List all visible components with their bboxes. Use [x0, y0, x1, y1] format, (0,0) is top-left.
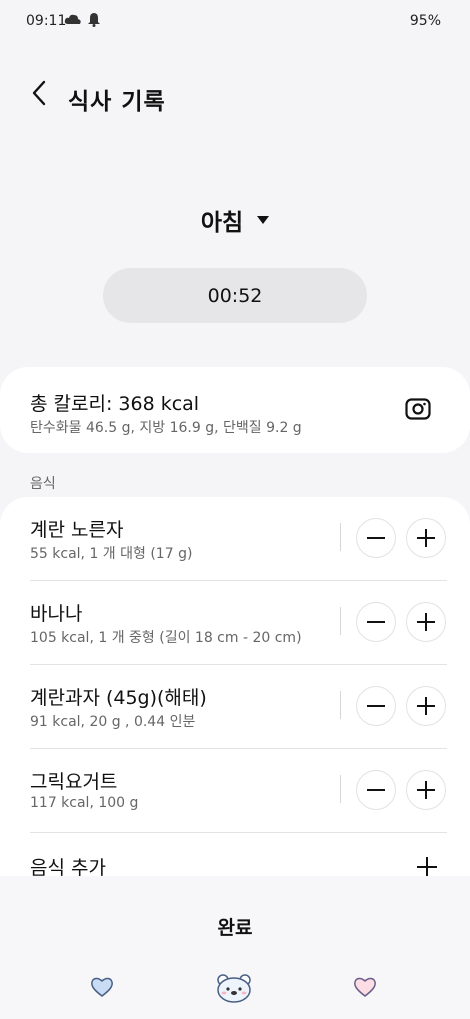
decrease-button[interactable]: [356, 518, 396, 558]
plus-icon: [417, 529, 435, 547]
status-time: 09:11: [26, 13, 67, 29]
increase-button[interactable]: [406, 770, 446, 810]
bottom-bar: 완료: [0, 876, 470, 1019]
food-list: 계란 노른자 55 kcal, 1 개 대형 (17 g) 바나나 105 kc…: [0, 497, 470, 877]
decrease-button[interactable]: [356, 770, 396, 810]
plus-icon: [414, 854, 440, 877]
heart-blue-icon[interactable]: [89, 974, 115, 1000]
calorie-summary-card: 총 칼로리: 368 kcal 탄수화물 46.5 g, 지방 16.9 g, …: [0, 367, 470, 453]
meal-type-dropdown[interactable]: 아침: [0, 200, 470, 240]
food-name: 계란과자 (45g)(해태): [30, 687, 207, 709]
increase-button[interactable]: [406, 602, 446, 642]
row-separator: [340, 523, 341, 551]
food-row-egg-snack[interactable]: 계란과자 (45g)(해태) 91 kcal, 20 g , 0.44 인분: [0, 665, 470, 749]
increase-button[interactable]: [406, 686, 446, 726]
food-detail: 55 kcal, 1 개 대형 (17 g): [30, 546, 193, 562]
food-section-label: 음식: [30, 476, 56, 492]
plus-icon: [417, 613, 435, 631]
decrease-button[interactable]: [356, 686, 396, 726]
food-name: 그릭요거트: [30, 771, 118, 793]
status-bar: 09:11 95%: [0, 0, 470, 44]
add-food-button[interactable]: 음식 추가: [0, 833, 470, 877]
decrease-button[interactable]: [356, 602, 396, 642]
increase-button[interactable]: [406, 518, 446, 558]
plus-icon: [417, 697, 435, 715]
minus-icon: [367, 621, 385, 623]
row-separator: [340, 775, 341, 803]
caret-down-icon: [257, 216, 270, 224]
total-calories: 총 칼로리: 368 kcal: [30, 393, 200, 415]
meal-time-button[interactable]: 00:52: [103, 268, 367, 323]
food-detail: 91 kcal, 20 g , 0.44 인분: [30, 714, 196, 730]
chevron-left-icon: [31, 80, 47, 110]
minus-icon: [367, 537, 385, 539]
food-detail: 105 kcal, 1 개 중형 (길이 18 cm - 20 cm): [30, 630, 302, 646]
status-icons: [64, 12, 101, 31]
food-name: 계란 노른자: [30, 519, 124, 541]
row-separator: [340, 691, 341, 719]
battery-level: 95%: [409, 13, 441, 29]
plus-icon: [417, 781, 435, 799]
meal-type-label: 아침: [200, 210, 244, 236]
food-detail: 117 kcal, 100 g: [30, 795, 139, 811]
minus-icon: [367, 789, 385, 791]
add-food-label: 음식 추가: [30, 857, 106, 877]
bell-icon: [87, 12, 101, 31]
minus-icon: [367, 705, 385, 707]
heart-pink-icon[interactable]: [352, 974, 378, 1000]
macro-summary: 탄수화물 46.5 g, 지방 16.9 g, 단백질 9.2 g: [30, 420, 302, 436]
food-row-greek-yogurt[interactable]: 그릭요거트 117 kcal, 100 g: [0, 749, 470, 833]
row-separator: [340, 607, 341, 635]
page-title: 식사 기록: [68, 89, 166, 115]
food-name: 바나나: [30, 603, 83, 625]
camera-button[interactable]: [404, 398, 432, 424]
app-header: 식사 기록: [0, 70, 470, 120]
cloud-icon: [64, 12, 82, 31]
food-row-banana[interactable]: 바나나 105 kcal, 1 개 중형 (길이 18 cm - 20 cm): [0, 581, 470, 665]
bear-face-icon[interactable]: [214, 970, 254, 1006]
camera-icon: [405, 398, 431, 424]
food-row-egg-yolk[interactable]: 계란 노른자 55 kcal, 1 개 대형 (17 g): [0, 497, 470, 581]
done-button[interactable]: 완료: [150, 904, 320, 948]
back-button[interactable]: [24, 78, 54, 112]
